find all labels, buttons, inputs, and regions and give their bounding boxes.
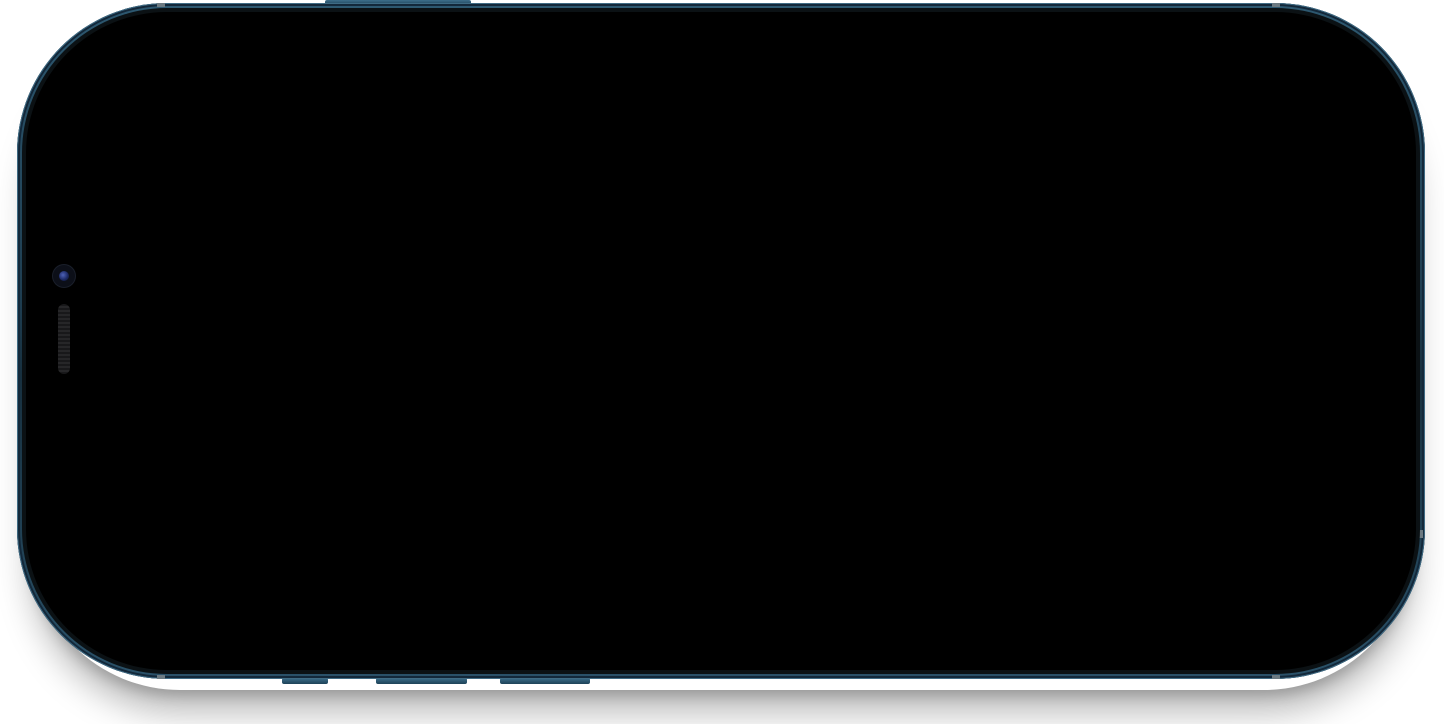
device-stage (0, 0, 1444, 724)
antenna-band-bottom-left (157, 675, 165, 679)
antenna-band-top-left (157, 3, 165, 7)
camera-lens (59, 271, 69, 281)
front-camera-icon (53, 265, 75, 287)
antenna-band-bottom-right (1272, 675, 1280, 679)
antenna-band-top-right (1272, 3, 1280, 7)
earpiece-speaker-icon (58, 304, 70, 374)
phone-screen[interactable] (26, 12, 1416, 670)
